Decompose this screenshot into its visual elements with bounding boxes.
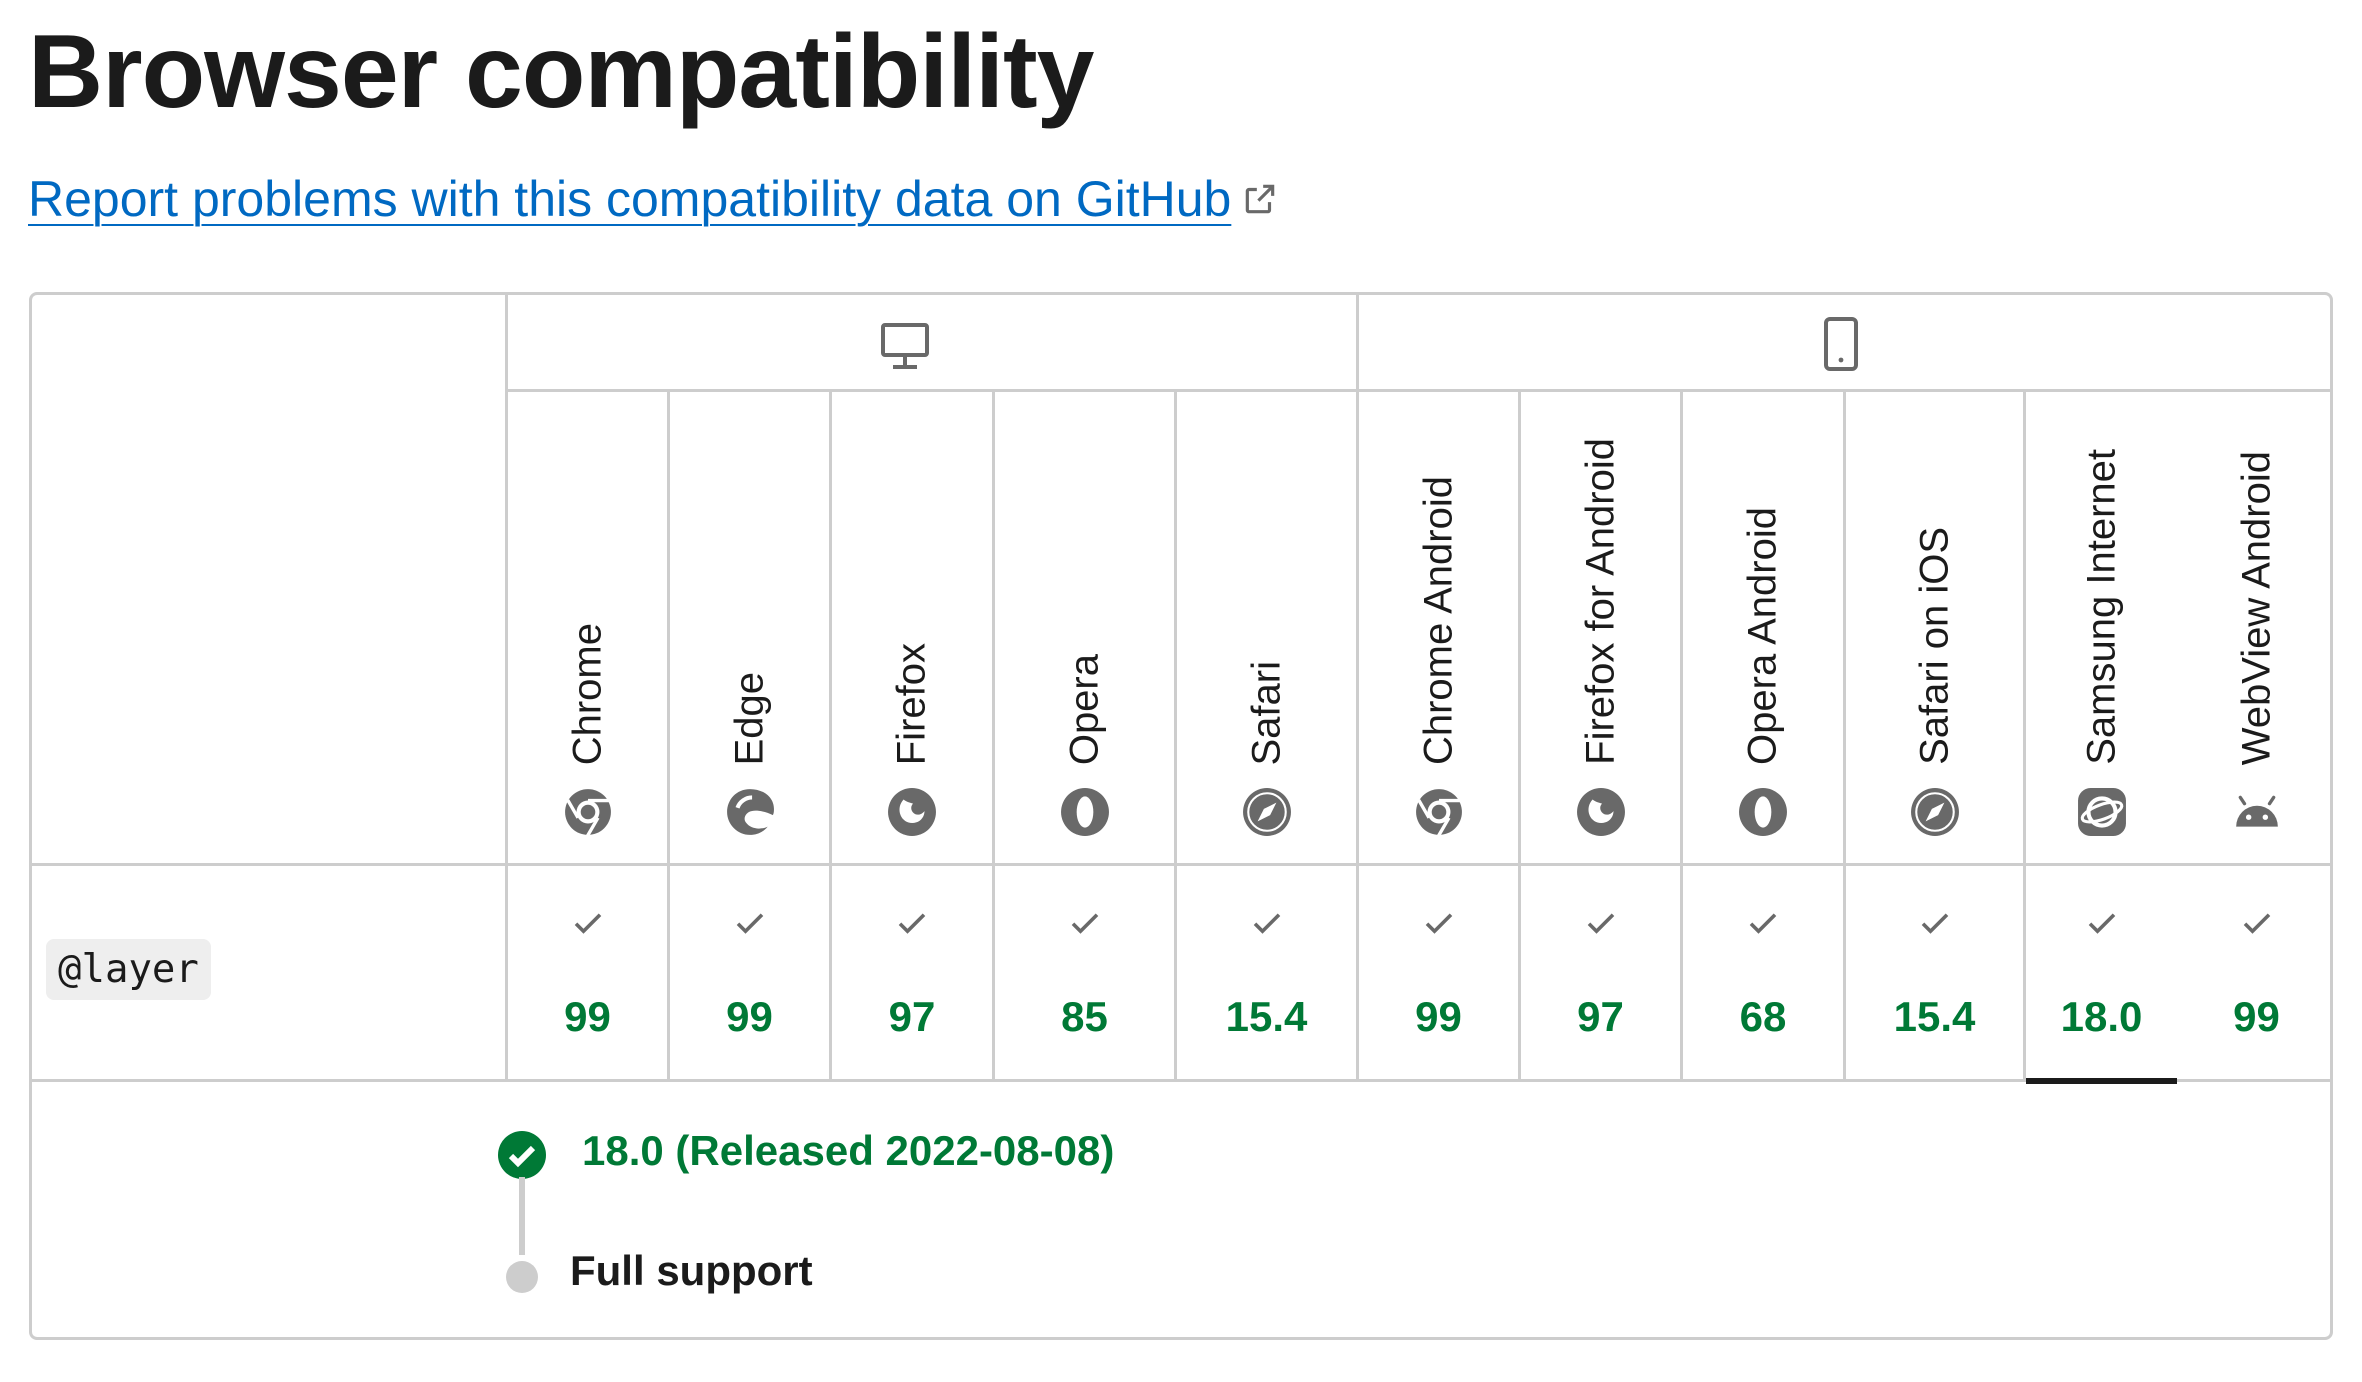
support-cell-webview-android[interactable]: 99 [2180,865,2333,1081]
opera-icon [1060,788,1109,836]
version-label: 18.0 [2060,993,2143,1040]
browser-name: Firefox [889,642,934,765]
browser-header-samsung-internet: Samsung Internet [2026,391,2177,865]
opera-icon [1739,788,1787,836]
timeline-connector [519,1177,525,1255]
browser-name: WebView Android [2234,450,2278,765]
check-icon [2243,913,2270,934]
browser-header-chrome: Chrome [508,391,667,865]
support-cell-firefox-android[interactable]: 97 [1521,865,1680,1081]
chrome-icon [564,789,611,837]
chrome-icon [1415,789,1462,837]
check-icon [898,913,926,934]
firefox-icon [1576,788,1625,836]
browser-header-chrome-android: Chrome Android [1359,391,1518,865]
browser-name: Opera Android [1740,507,1785,765]
support-cell-edge[interactable]: 99 [670,865,829,1081]
browser-header-opera: Opera [995,391,1174,865]
page: Browser compatibility Report problems wi… [0,0,2362,1382]
browser-header-webview-android: WebView Android [2180,391,2333,865]
desktop-icon [881,323,929,369]
browser-header-edge: Edge [670,391,829,865]
version-label: 97 [888,993,936,1040]
support-cell-chrome[interactable]: 99 [508,865,667,1081]
samsung-internet-icon [2077,788,2126,836]
support-status-label: Full support [570,1247,813,1294]
report-problems-link[interactable]: Report problems with this compatibility … [28,170,1279,228]
browser-name: Chrome Android [1416,475,1460,765]
version-label: 15.4 [1225,993,1308,1040]
support-cell-opera[interactable]: 85 [995,865,1174,1081]
version-label: 68 [1739,993,1787,1040]
version-label: 99 [564,993,611,1040]
check-icon [574,913,601,934]
page-title: Browser compatibility [28,14,1094,130]
support-cell-safari[interactable]: 15.4 [1177,865,1356,1081]
external-link-icon [1246,184,1275,214]
support-cell-firefox[interactable]: 97 [832,865,992,1081]
version-label: 99 [1415,993,1462,1040]
version-label: 99 [726,993,773,1040]
safari-icon [1910,788,1959,836]
expanded-cell-indicator [2026,1078,2177,1084]
version-label: 99 [2233,993,2280,1040]
browser-name: Safari on iOS [1912,527,1956,765]
support-cell-samsung-internet[interactable]: 18.0 [2026,865,2177,1084]
full-support-icon [498,1131,546,1179]
browser-name: Safari [1244,660,1288,766]
version-label: 15.4 [1893,993,1976,1040]
safari-icon [1242,788,1291,836]
browser-name: Edge [727,671,771,765]
check-icon [1921,913,1948,934]
browser-header-firefox-android: Firefox for Android [1521,391,1680,865]
support-cell-opera-android[interactable]: 68 [1683,865,1843,1081]
firefox-icon [888,788,936,836]
browser-name: Opera [1062,653,1106,765]
edge-icon [726,789,774,835]
support-cell-safari-ios[interactable]: 15.4 [1846,865,2023,1081]
browser-header-firefox: Firefox [832,391,992,865]
compat-table: Chrome Edge Firefox Opera Safari Chrome … [29,292,2333,1340]
timeline-dot [506,1261,538,1293]
browser-name: Firefox for Android [1578,438,1622,765]
android-icon [2235,795,2278,827]
check-icon [736,913,763,934]
check-icon [1071,913,1098,934]
check-icon [2088,913,2115,934]
mobile-icon [1824,317,1858,371]
browser-name: Samsung Internet [2079,449,2123,765]
version-label: 85 [1061,993,1108,1040]
release-info: 18.0 (Released 2022-08-08) [582,1127,1115,1174]
check-icon [1749,913,1777,934]
support-cell-chrome-android[interactable]: 99 [1359,865,1518,1081]
version-label: 97 [1577,993,1624,1040]
browser-header-safari: Safari [1177,391,1356,865]
browser-name: Chrome [565,622,609,765]
browser-header-safari-ios: Safari on iOS [1846,391,2023,865]
browser-header-opera-android: Opera Android [1683,391,1843,865]
check-icon [1425,913,1452,934]
report-link-label: Report problems with this compatibility … [28,171,1232,227]
check-icon [1253,913,1280,934]
feature-name: @layer [46,939,211,1000]
check-icon [1587,913,1614,934]
